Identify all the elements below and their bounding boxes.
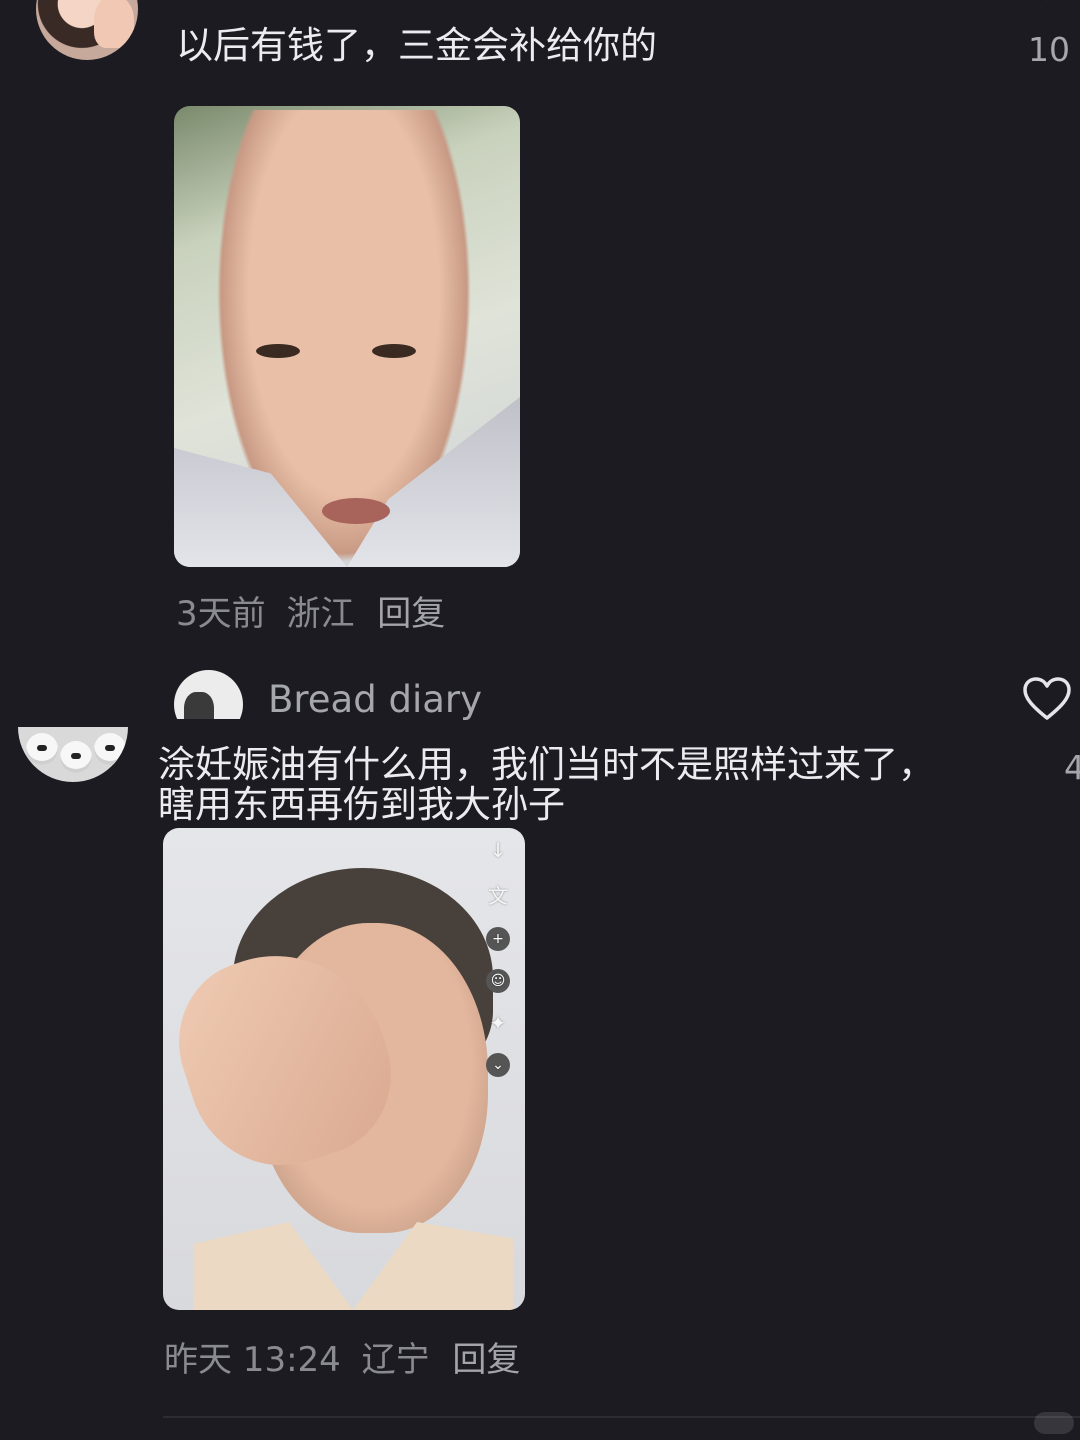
reply-button[interactable]: 回复 bbox=[452, 1340, 520, 1380]
user-avatar[interactable] bbox=[174, 670, 243, 719]
sticker-icon: ☺ bbox=[486, 969, 510, 993]
photo-toolbar: ↓ 文 + ☺ ✦ ⌄ bbox=[483, 838, 513, 1108]
comment-text-line1: 涂妊娠油有什么用，我们当时不是照样过来了， bbox=[158, 743, 935, 786]
reply-button[interactable]: 回复 bbox=[377, 594, 445, 634]
username[interactable]: Bread diary bbox=[268, 678, 482, 721]
sparkle-icon: ✦ bbox=[489, 1011, 507, 1035]
divider bbox=[163, 1416, 1080, 1418]
comment-region: 浙江 bbox=[286, 594, 355, 634]
like-count: 10 bbox=[1028, 30, 1070, 69]
watermark bbox=[1034, 1412, 1074, 1434]
comment-time: 昨天 13:24 bbox=[164, 1340, 341, 1380]
comment-meta: 昨天 13:24 辽宁 回复 bbox=[164, 1332, 520, 1381]
comment-region: 辽宁 bbox=[361, 1340, 430, 1380]
comment-meta: 3天前 浙江 回复 bbox=[176, 586, 445, 635]
download-icon: ↓ bbox=[489, 838, 507, 862]
heart-icon[interactable] bbox=[1022, 676, 1072, 722]
like-count: 4 bbox=[1064, 748, 1080, 787]
add-icon: + bbox=[486, 927, 510, 951]
user-avatar[interactable] bbox=[18, 727, 128, 782]
comment-image[interactable]: ↓ 文 + ☺ ✦ ⌄ bbox=[163, 828, 525, 1310]
comment-image[interactable] bbox=[174, 106, 520, 567]
user-avatar[interactable] bbox=[36, 0, 138, 60]
comment-text-line2: 瞎用东西再伤到我大孙子 bbox=[158, 783, 565, 826]
comment-text: 以后有钱了，三金会补给你的 bbox=[176, 24, 657, 67]
chevron-down-icon: ⌄ bbox=[486, 1053, 510, 1077]
comment-time: 3天前 bbox=[176, 594, 266, 634]
heart-icon[interactable] bbox=[1032, 0, 1062, 8]
translate-icon: 文 bbox=[488, 884, 508, 908]
